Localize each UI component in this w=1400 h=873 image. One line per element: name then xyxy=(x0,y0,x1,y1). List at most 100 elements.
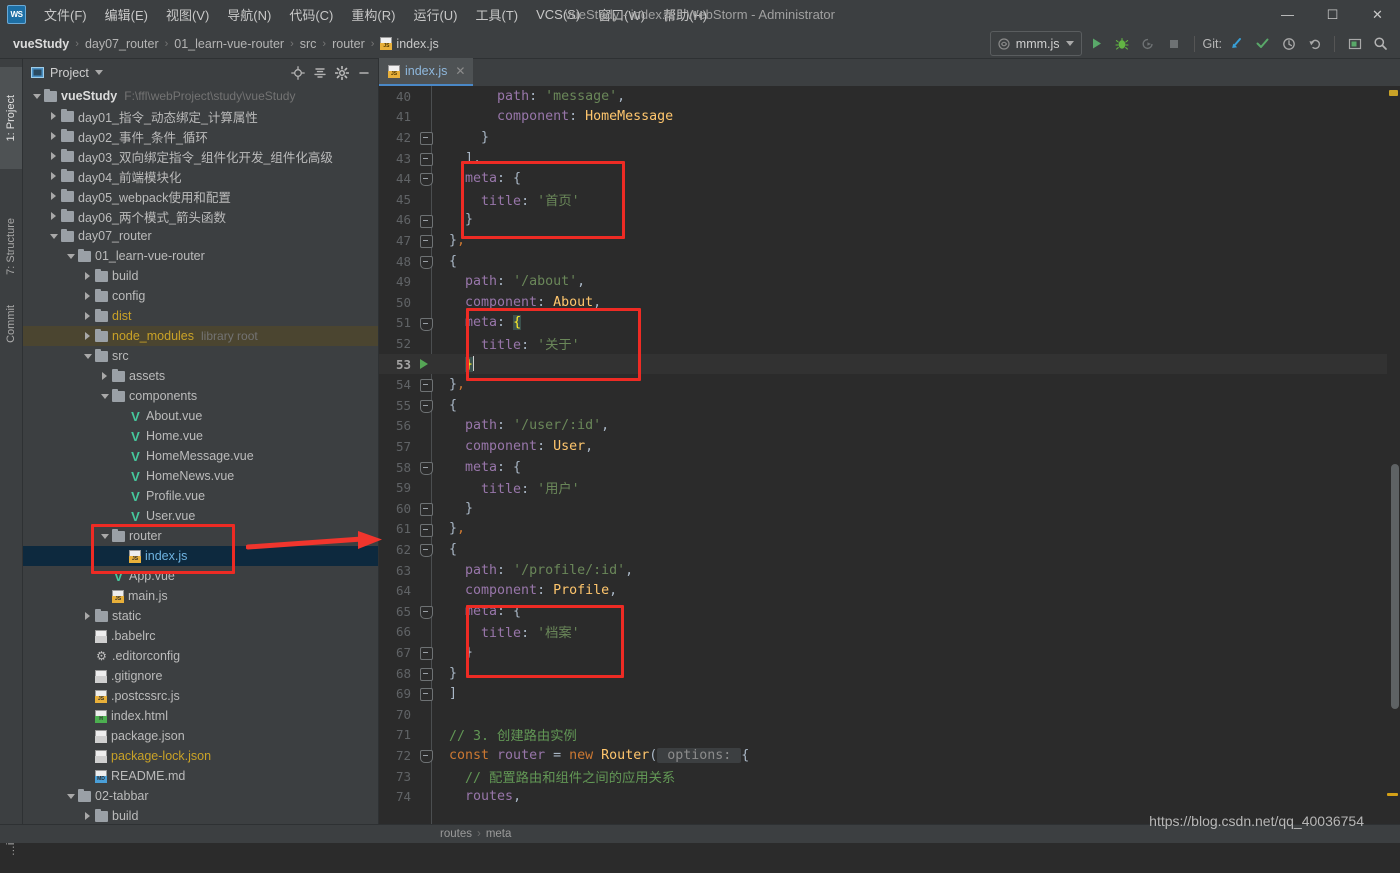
code-line[interactable]: 46 } xyxy=(379,210,1400,231)
left-tool-window-strip[interactable]: 1: Project7: StructureCommit…ites xyxy=(0,59,23,824)
tree-item[interactable]: 01_learn-vue-router xyxy=(23,246,378,266)
tree-item[interactable]: VHomeNews.vue xyxy=(23,466,378,486)
chevron-right-icon[interactable] xyxy=(82,271,93,282)
chevron-down-icon[interactable] xyxy=(99,531,110,542)
code-fold-marker[interactable] xyxy=(420,503,433,516)
code-line[interactable]: 64 component: Profile, xyxy=(379,580,1400,601)
gutter-cell[interactable] xyxy=(411,580,441,601)
menu-refactor[interactable]: 重构(R) xyxy=(342,2,404,27)
debug-button[interactable] xyxy=(1111,32,1134,55)
maximize-button[interactable]: ☐ xyxy=(1310,0,1355,29)
gutter-cell[interactable] xyxy=(411,560,441,581)
chevron-right-icon[interactable] xyxy=(48,131,59,142)
code-line[interactable]: 67 } xyxy=(379,642,1400,663)
breadcrumb-item-index-js[interactable]: index.js xyxy=(375,36,443,52)
chevron-right-icon[interactable] xyxy=(82,611,93,622)
code-fold-marker[interactable] xyxy=(420,606,433,619)
gutter-cell[interactable] xyxy=(411,86,441,107)
tree-item[interactable]: day07_router xyxy=(23,226,378,246)
gutter-cell[interactable] xyxy=(411,416,441,437)
chevron-right-icon[interactable] xyxy=(82,811,93,822)
code-line[interactable]: 51 meta: { xyxy=(379,313,1400,334)
chevron-right-icon[interactable] xyxy=(82,311,93,322)
status-breadcrumb[interactable]: routes›meta xyxy=(440,828,511,840)
menu-help[interactable]: 帮助(H) xyxy=(654,2,716,27)
chevron-right-icon[interactable] xyxy=(48,171,59,182)
gutter-cell[interactable] xyxy=(411,148,441,169)
gutter-cell[interactable] xyxy=(411,271,441,292)
tree-item[interactable]: day04_前端模块化 xyxy=(23,166,378,186)
code-line[interactable]: 68} xyxy=(379,663,1400,684)
tree-item[interactable]: VProfile.vue xyxy=(23,486,378,506)
tree-item[interactable]: VHomeMessage.vue xyxy=(23,446,378,466)
tree-item[interactable]: node_moduleslibrary root xyxy=(23,326,378,346)
code-fold-marker[interactable] xyxy=(420,379,433,392)
tree-item[interactable]: Hindex.html xyxy=(23,706,378,726)
chevron-right-icon[interactable] xyxy=(48,191,59,202)
git-rollback-button[interactable] xyxy=(1303,32,1326,55)
tree-item[interactable]: static xyxy=(23,606,378,626)
project-panel-actions[interactable] xyxy=(288,63,378,83)
code-line[interactable]: 61}, xyxy=(379,519,1400,540)
gutter-cell[interactable] xyxy=(411,601,441,622)
gutter-cell[interactable] xyxy=(411,127,441,148)
breadcrumb-item-day07-router[interactable]: day07_router xyxy=(80,36,164,52)
code-line[interactable]: 60 } xyxy=(379,498,1400,519)
code-line[interactable]: 58 meta: { xyxy=(379,457,1400,478)
code-fold-marker[interactable] xyxy=(420,524,433,537)
gutter-cell[interactable] xyxy=(411,683,441,704)
tree-item[interactable]: components xyxy=(23,386,378,406)
chevron-down-icon[interactable] xyxy=(82,351,93,362)
chevron-down-icon[interactable] xyxy=(99,391,110,402)
gutter-cell[interactable] xyxy=(411,354,441,375)
code-fold-marker[interactable] xyxy=(420,256,433,269)
code-line[interactable]: 72const router = new Router( options: { xyxy=(379,745,1400,766)
code-line[interactable]: 55{ xyxy=(379,395,1400,416)
code-line[interactable]: 42 } xyxy=(379,127,1400,148)
gutter-cell[interactable] xyxy=(411,477,441,498)
chevron-right-icon[interactable] xyxy=(48,211,59,222)
tree-item[interactable]: src xyxy=(23,346,378,366)
tree-item[interactable]: build xyxy=(23,806,378,824)
tree-item[interactable]: day06_两个模式_箭头函数 xyxy=(23,206,378,226)
gutter-cell[interactable] xyxy=(411,333,441,354)
code-line[interactable]: 43 ], xyxy=(379,148,1400,169)
code-line[interactable]: 45 title: '首页' xyxy=(379,189,1400,210)
menu-run[interactable]: 运行(U) xyxy=(404,2,466,27)
menu-edit[interactable]: 编辑(E) xyxy=(96,2,157,27)
tree-item[interactable]: JS.postcssrc.js xyxy=(23,686,378,706)
modified-marker[interactable] xyxy=(1387,793,1398,796)
gutter-cell[interactable] xyxy=(411,725,441,746)
tree-item[interactable]: day05_webpack使用和配置 xyxy=(23,186,378,206)
code-line[interactable]: 56 path: '/user/:id', xyxy=(379,416,1400,437)
code-line[interactable]: 66 title: '档案' xyxy=(379,622,1400,643)
code-line[interactable]: 54}, xyxy=(379,374,1400,395)
run-line-marker[interactable] xyxy=(420,359,428,369)
code-line[interactable]: 65 meta: { xyxy=(379,601,1400,622)
chevron-down-icon[interactable] xyxy=(31,91,42,102)
tree-item[interactable]: ⚙.editorconfig xyxy=(23,646,378,666)
run-with-coverage-button[interactable] xyxy=(1137,32,1160,55)
collapse-all-button[interactable] xyxy=(310,63,330,83)
tree-item[interactable]: VHome.vue xyxy=(23,426,378,446)
menu-file[interactable]: 文件(F) xyxy=(35,2,96,27)
chevron-right-icon[interactable] xyxy=(48,111,59,122)
stop-button[interactable] xyxy=(1163,32,1186,55)
tree-item[interactable]: VApp.vue xyxy=(23,566,378,586)
gutter-cell[interactable] xyxy=(411,436,441,457)
gutter-cell[interactable] xyxy=(411,251,441,272)
chevron-right-icon[interactable] xyxy=(99,371,110,382)
menu-tools[interactable]: 工具(T) xyxy=(466,2,527,27)
menu-code[interactable]: 代码(C) xyxy=(280,2,342,27)
git-commit-button[interactable] xyxy=(1251,32,1274,55)
code-line[interactable]: 70 xyxy=(379,704,1400,725)
menu-navigate[interactable]: 导航(N) xyxy=(218,2,280,27)
hide-tool-windows-button[interactable] xyxy=(1343,32,1366,55)
tool-tab-project[interactable]: 1: Project xyxy=(0,67,22,169)
breadcrumb-item-router[interactable]: router xyxy=(327,36,370,52)
gutter-cell[interactable] xyxy=(411,539,441,560)
code-fold-marker[interactable] xyxy=(420,400,433,413)
gutter-cell[interactable] xyxy=(411,745,441,766)
menu-vcs[interactable]: VCS(S) xyxy=(527,4,589,25)
chevron-right-icon[interactable] xyxy=(82,331,93,342)
